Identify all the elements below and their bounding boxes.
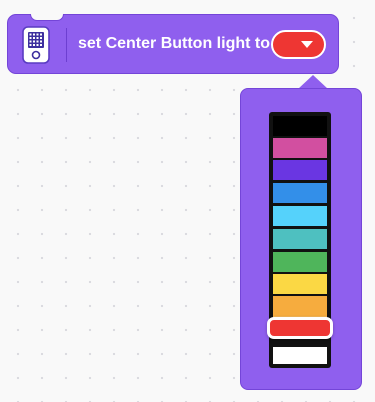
chevron-down-icon [301, 41, 313, 48]
block-label: set Center Button light to [78, 35, 270, 52]
color-swatch-violet[interactable] [273, 160, 327, 180]
set-light-block[interactable]: set Center Button light to [7, 13, 339, 74]
color-swatch-black[interactable] [273, 116, 327, 136]
hub-icon [22, 26, 50, 64]
color-swatch-red[interactable] [267, 317, 333, 339]
color-swatch-magenta[interactable] [273, 138, 327, 158]
block-notch [30, 13, 64, 21]
color-swatch-green[interactable] [273, 252, 327, 272]
color-dropdown[interactable] [271, 30, 326, 59]
color-swatch-white[interactable] [273, 347, 327, 364]
popover-arrow [298, 75, 328, 89]
color-swatch-turquoise[interactable] [273, 229, 327, 249]
color-swatch-blue[interactable] [273, 183, 327, 203]
color-swatch-orange[interactable] [273, 296, 327, 316]
color-swatch-azure[interactable] [273, 206, 327, 226]
block-divider [66, 28, 67, 62]
color-swatch-yellow[interactable] [273, 274, 327, 294]
